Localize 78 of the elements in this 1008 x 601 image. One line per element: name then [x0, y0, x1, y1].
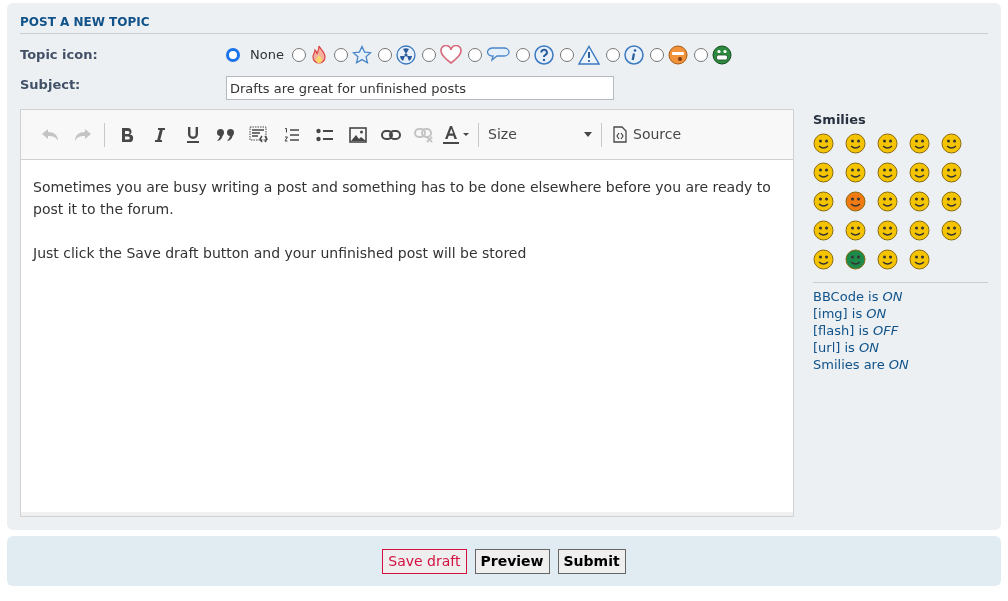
smiley-icon[interactable] — [909, 161, 930, 183]
smiley-icon[interactable] — [877, 248, 898, 270]
smiley-icon[interactable] — [845, 190, 866, 212]
radio-button[interactable] — [377, 48, 392, 62]
smiley-icon[interactable] — [941, 219, 962, 241]
text-color-icon — [441, 124, 472, 145]
smiley-icon[interactable] — [909, 132, 930, 154]
panel-title: POST A NEW TOPIC — [20, 13, 988, 34]
bbcode-status-text: [flash] is OFF — [813, 321, 900, 339]
field-label: Subject: — [20, 76, 82, 95]
radio-button[interactable] — [515, 48, 530, 62]
bbcode-status-text: BBCode is ON — [813, 287, 904, 305]
subject-field[interactable]: Drafts are great for unfinished posts — [226, 76, 614, 100]
source-button[interactable]: Source — [607, 119, 688, 150]
size-dropdown[interactable]: Size — [484, 119, 596, 150]
smiley-icon[interactable] — [877, 190, 898, 212]
radio-button[interactable] — [649, 48, 664, 62]
smiley-icon[interactable] — [909, 219, 930, 241]
smiley-icon[interactable] — [813, 132, 834, 154]
radio-button[interactable] — [226, 48, 240, 62]
smiley-icon[interactable] — [813, 248, 834, 270]
flame-icon — [309, 45, 328, 65]
smiley-icon[interactable] — [909, 190, 930, 212]
code-block-icon — [248, 125, 269, 144]
quote-icon — [215, 127, 236, 142]
radiation-icon — [395, 45, 416, 65]
caret-icon — [584, 132, 592, 137]
info-icon — [623, 45, 644, 65]
numbered-list-icon — [283, 126, 300, 143]
smiley-icon[interactable] — [941, 161, 962, 183]
bold-icon — [119, 126, 134, 143]
form-button[interactable]: Preview — [474, 548, 550, 574]
radio-button[interactable] — [605, 48, 620, 62]
smilies-heading: Smilies — [813, 111, 867, 129]
bbcode-status-text: [url] is ON — [813, 338, 880, 356]
smiley-icon[interactable] — [845, 132, 866, 154]
face-icon — [667, 45, 688, 65]
form-button[interactable]: Submit — [557, 548, 626, 574]
question-icon — [533, 45, 554, 65]
option-label: None — [250, 46, 284, 65]
grinning-face-icon — [711, 45, 732, 65]
smiley-icon[interactable] — [845, 161, 866, 183]
field-label: Topic icon: — [20, 46, 99, 65]
radio-button[interactable] — [467, 48, 482, 62]
smiley-icon[interactable] — [877, 132, 898, 154]
link-icon — [380, 128, 401, 141]
smiley-icon[interactable] — [877, 161, 898, 183]
save-draft-button[interactable]: Save draft — [382, 548, 467, 574]
warning-icon — [577, 45, 600, 65]
smiley-icon[interactable] — [909, 248, 930, 270]
radio-button[interactable] — [421, 48, 436, 62]
bbcode-status-text: Smilies are ON — [813, 355, 910, 373]
radio-button[interactable] — [559, 48, 574, 62]
bbcode-status-text: [img] is ON — [813, 304, 888, 322]
smiley-icon[interactable] — [813, 190, 834, 212]
smiley-icon[interactable] — [813, 161, 834, 183]
unlink-icon — [413, 126, 434, 143]
message-paragraph: Just click the Save draft button and your unfinished post will be stored — [33, 244, 528, 263]
redo-icon — [73, 127, 92, 142]
italic-icon — [153, 126, 166, 143]
document-code-icon — [613, 126, 627, 143]
star-icon — [351, 45, 372, 65]
message-paragraph: Sometimes you are busy writing a post and something has to be done elsewhere before you are ready to post it to the forum. — [33, 178, 772, 219]
smiley-icon[interactable] — [877, 219, 898, 241]
radio-button[interactable] — [291, 48, 306, 62]
smiley-icon[interactable] — [813, 219, 834, 241]
smiley-icon[interactable] — [845, 248, 866, 270]
smiley-icon[interactable] — [845, 219, 866, 241]
heart-icon — [439, 45, 462, 65]
radio-button[interactable] — [693, 48, 708, 62]
radio-button[interactable] — [333, 48, 348, 62]
message-text-area[interactable]: Sometimes you are busy writing a post and something has to be done elsewhere before you are ready to post it to the forum. Just click the Save draft button and your unfinished post will be stored — [21, 160, 793, 512]
underline-icon — [185, 125, 200, 144]
undo-icon — [40, 127, 59, 142]
smiley-icon[interactable] — [941, 132, 962, 154]
image-icon — [348, 126, 367, 143]
bullet-list-icon — [315, 126, 334, 143]
smiley-icon[interactable] — [941, 190, 962, 212]
